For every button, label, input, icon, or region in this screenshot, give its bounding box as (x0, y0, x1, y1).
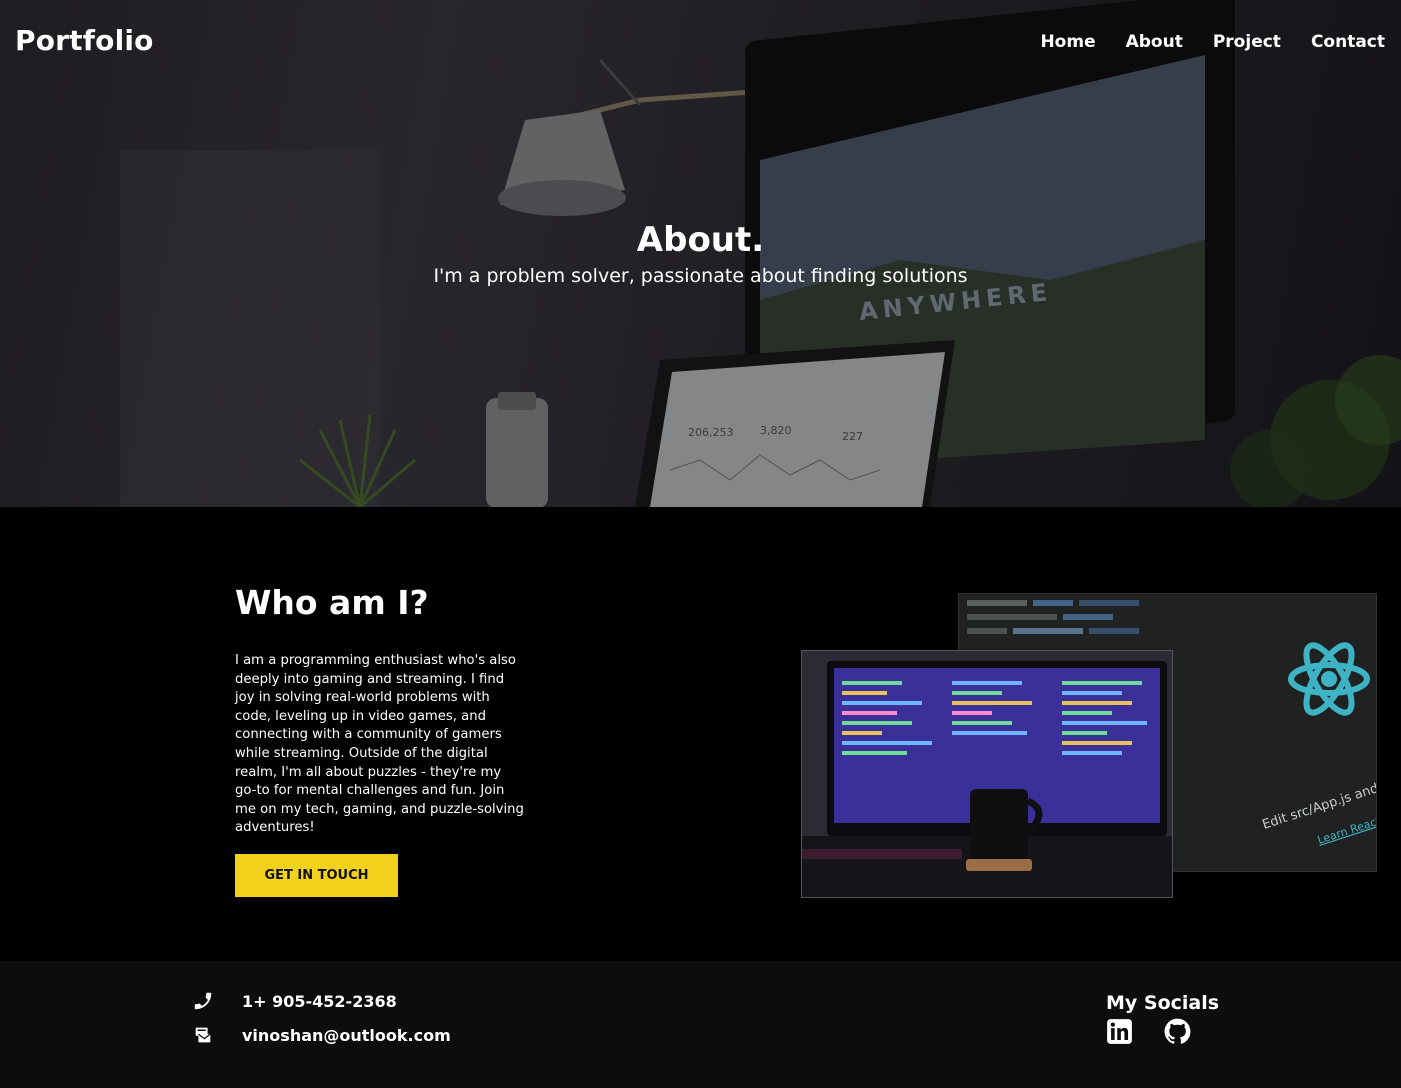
nav-link-project[interactable]: Project (1213, 32, 1281, 52)
nav-link-about[interactable]: About (1126, 32, 1183, 52)
nav-links: Home About Project Contact (1040, 32, 1385, 52)
hero-section: ANYWHERE 206,253 3,820 227 Portfolio Hom… (0, 0, 1401, 507)
about-heading: Who am I? (235, 583, 429, 622)
mail-icon (195, 1027, 211, 1043)
brand-logo[interactable]: Portfolio (15, 24, 154, 57)
linkedin-icon[interactable] (1106, 1018, 1133, 1045)
get-in-touch-button[interactable]: GET IN TOUCH (235, 854, 398, 897)
top-navbar: Portfolio Home About Project Contact (0, 0, 1401, 86)
socials-heading: My Socials (1106, 992, 1220, 1014)
phone-icon (194, 992, 212, 1010)
hero-subtitle: I'm a problem solver, passionate about f… (433, 265, 968, 287)
about-section: Who am I? I am a programming enthusiast … (0, 507, 1401, 961)
email-row: vinoshan@outlook.com (192, 1024, 451, 1046)
phone-row: 1+ 905-452-2368 (192, 990, 397, 1012)
nav-link-home[interactable]: Home (1040, 32, 1095, 52)
monitor-code-image (801, 650, 1173, 898)
phone-number[interactable]: 1+ 905-452-2368 (242, 992, 397, 1011)
nav-link-contact[interactable]: Contact (1311, 32, 1385, 52)
social-links (1106, 1018, 1191, 1045)
about-description: I am a programming enthusiast who's also… (235, 653, 524, 836)
hero-title: About. (636, 220, 765, 260)
footer: 1+ 905-452-2368 vinoshan@outlook.com My … (0, 961, 1401, 1088)
github-icon[interactable] (1164, 1018, 1191, 1045)
email-address[interactable]: vinoshan@outlook.com (242, 1026, 451, 1045)
